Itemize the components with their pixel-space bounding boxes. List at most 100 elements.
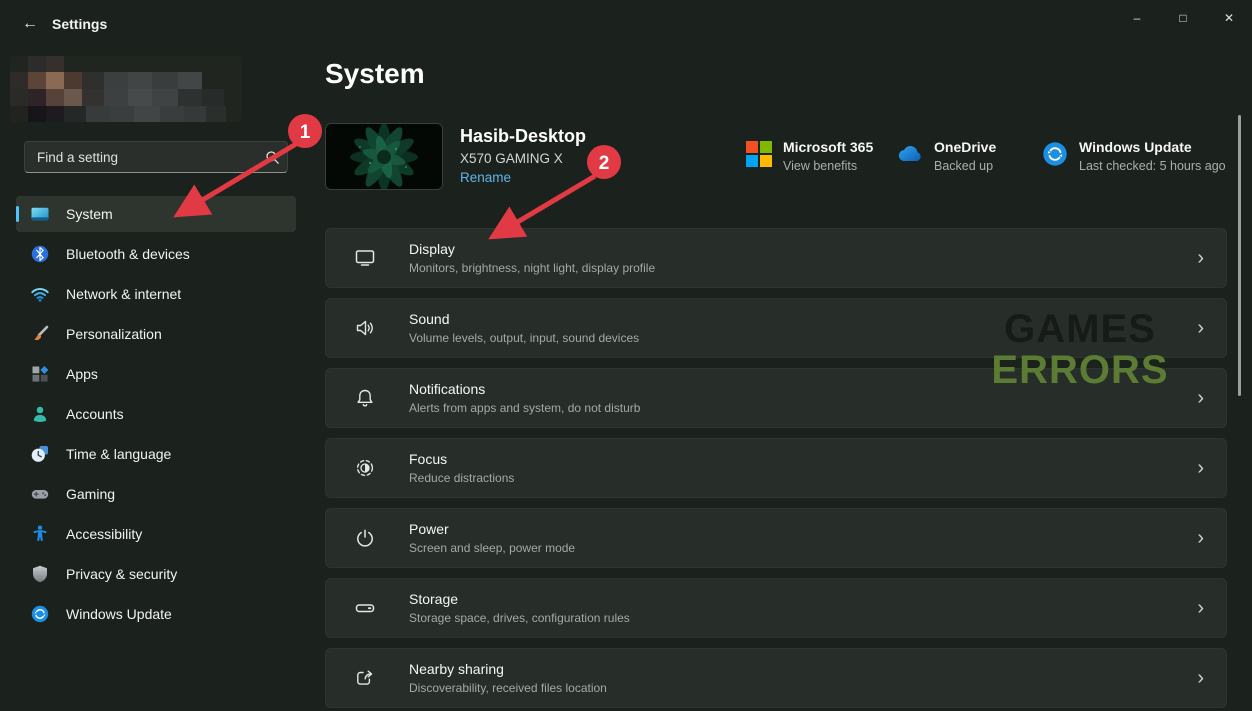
status-card-microsoft-365[interactable]: Microsoft 365 View benefits: [746, 139, 873, 173]
chevron-right-icon: ›: [1197, 458, 1210, 478]
clock-icon: [30, 444, 50, 464]
sidebar-item-label: Bluetooth & devices: [66, 246, 190, 262]
sidebar-item-label: System: [66, 206, 113, 222]
shield-icon: [30, 564, 50, 584]
windows-update-status-icon: [1042, 141, 1068, 172]
close-button[interactable]: ✕: [1206, 0, 1252, 36]
sidebar-item-time-language[interactable]: Time & language: [16, 436, 296, 472]
sidebar-item-apps[interactable]: Apps: [16, 356, 296, 392]
sound-icon: [353, 316, 377, 340]
window-controls: – □ ✕: [1114, 0, 1252, 36]
status-subtitle: Last checked: 5 hours ago: [1079, 159, 1226, 173]
bluetooth-icon: [30, 244, 50, 264]
row-subtitle: Discoverability, received files location: [409, 681, 1197, 695]
windows-update-icon: [30, 604, 50, 624]
row-subtitle: Alerts from apps and system, do not dist…: [409, 401, 1197, 415]
rename-link[interactable]: Rename: [460, 170, 511, 185]
sidebar-item-system[interactable]: System: [16, 196, 296, 232]
chevron-right-icon: ›: [1197, 598, 1210, 618]
sidebar-item-label: Privacy & security: [66, 566, 177, 582]
chevron-right-icon: ›: [1197, 668, 1210, 688]
onedrive-cloud-icon: [895, 141, 923, 172]
share-icon: [353, 666, 377, 690]
account-info-censored[interactable]: [10, 56, 242, 122]
minimize-icon: –: [1134, 11, 1141, 25]
sidebar-item-privacy-security[interactable]: Privacy & security: [16, 556, 296, 592]
chevron-right-icon: ›: [1197, 248, 1210, 268]
sidebar-item-windows-update[interactable]: Windows Update: [16, 596, 296, 632]
minimize-button[interactable]: –: [1114, 0, 1160, 36]
row-title: Display: [409, 241, 1197, 257]
sidebar-item-gaming[interactable]: Gaming: [16, 476, 296, 512]
sidebar-item-network-internet[interactable]: Network & internet: [16, 276, 296, 312]
brush-icon: [30, 324, 50, 344]
sidebar-item-bluetooth-devices[interactable]: Bluetooth & devices: [16, 236, 296, 272]
device-name: Hasib-Desktop: [460, 126, 586, 147]
chevron-right-icon: ›: [1197, 318, 1210, 338]
row-subtitle: Volume levels, output, input, sound devi…: [409, 331, 1197, 345]
search-box: [24, 141, 288, 173]
device-info: Hasib-Desktop X570 GAMING X Rename: [460, 126, 586, 187]
censored-mosaic: [10, 56, 242, 122]
accessibility-person-icon: [30, 524, 50, 544]
bell-icon: [353, 386, 377, 410]
status-subtitle: View benefits: [783, 159, 873, 173]
status-title: Windows Update: [1079, 139, 1226, 155]
settings-row-storage[interactable]: Storage Storage space, drives, configura…: [325, 578, 1227, 638]
settings-row-notifications[interactable]: Notifications Alerts from apps and syste…: [325, 368, 1227, 428]
settings-row-nearby-sharing[interactable]: Nearby sharing Discoverability, received…: [325, 648, 1227, 708]
sidebar-item-accessibility[interactable]: Accessibility: [16, 516, 296, 552]
status-subtitle: Backed up: [934, 159, 996, 173]
chevron-right-icon: ›: [1197, 388, 1210, 408]
system-icon: [30, 204, 50, 224]
desktop-wallpaper-thumbnail: [325, 123, 443, 190]
titlebar: ← Settings – □ ✕: [0, 0, 1252, 48]
storage-drive-icon: [353, 596, 377, 620]
row-title: Focus: [409, 451, 1197, 467]
settings-row-focus[interactable]: Focus Reduce distractions ›: [325, 438, 1227, 498]
settings-row-sound[interactable]: Sound Volume levels, output, input, soun…: [325, 298, 1227, 358]
microsoft-365-icon: [746, 141, 772, 172]
row-title: Storage: [409, 591, 1197, 607]
row-subtitle: Screen and sleep, power mode: [409, 541, 1197, 555]
sidebar-item-accounts[interactable]: Accounts: [16, 396, 296, 432]
search-input[interactable]: [25, 142, 257, 172]
focus-icon: [353, 456, 377, 480]
row-title: Sound: [409, 311, 1197, 327]
apps-icon: [30, 364, 50, 384]
chevron-right-icon: ›: [1197, 528, 1210, 548]
row-title: Nearby sharing: [409, 661, 1197, 677]
settings-row-display[interactable]: Display Monitors, brightness, night ligh…: [325, 228, 1227, 288]
sidebar-item-label: Accessibility: [66, 526, 142, 542]
close-icon: ✕: [1224, 11, 1234, 25]
sidebar: System Bluetooth & devices Network & int…: [0, 48, 312, 711]
row-title: Notifications: [409, 381, 1197, 397]
power-icon: [353, 526, 377, 550]
sidebar-item-personalization[interactable]: Personalization: [16, 316, 296, 352]
row-subtitle: Monitors, brightness, night light, displ…: [409, 261, 1197, 275]
row-subtitle: Reduce distractions: [409, 471, 1197, 485]
settings-row-power[interactable]: Power Screen and sleep, power mode ›: [325, 508, 1227, 568]
person-icon: [30, 404, 50, 424]
back-button[interactable]: ←: [12, 10, 48, 38]
sidebar-item-label: Windows Update: [66, 606, 172, 622]
device-model: X570 GAMING X: [460, 151, 586, 166]
settings-list: Display Monitors, brightness, night ligh…: [325, 228, 1227, 711]
sidebar-item-label: Time & language: [66, 446, 171, 462]
scrollbar-thumb[interactable]: [1238, 115, 1241, 396]
maximize-icon: □: [1179, 11, 1186, 25]
status-card-windows-update[interactable]: Windows Update Last checked: 5 hours ago: [1042, 139, 1226, 173]
status-card-onedrive[interactable]: OneDrive Backed up: [895, 139, 996, 173]
status-title: Microsoft 365: [783, 139, 873, 155]
sidebar-item-label: Accounts: [66, 406, 124, 422]
row-subtitle: Storage space, drives, configuration rul…: [409, 611, 1197, 625]
sidebar-nav: System Bluetooth & devices Network & int…: [16, 196, 296, 636]
search-icon[interactable]: [257, 150, 287, 165]
settings-window: ← Settings – □ ✕: [0, 0, 1252, 711]
row-title: Power: [409, 521, 1197, 537]
device-header: Hasib-Desktop X570 GAMING X Rename Micro…: [325, 123, 1227, 195]
sidebar-item-label: Gaming: [66, 486, 115, 502]
sidebar-item-label: Personalization: [66, 326, 162, 342]
sidebar-item-label: Network & internet: [66, 286, 181, 302]
maximize-button[interactable]: □: [1160, 0, 1206, 36]
